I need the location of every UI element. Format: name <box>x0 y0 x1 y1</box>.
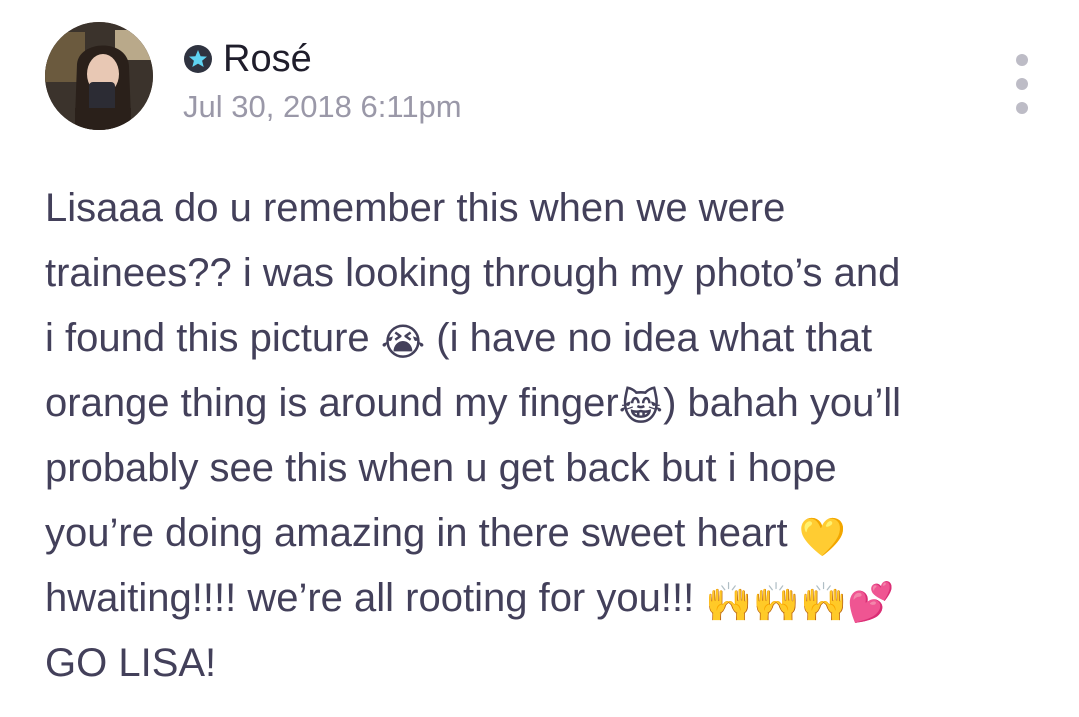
post-header: Rosé Jul 30, 2018 6:11pm <box>45 22 1045 132</box>
post-timestamp: Jul 30, 2018 6:11pm <box>183 89 462 124</box>
post-line-6: you’re doing amazing in there sweet hear… <box>45 501 1045 566</box>
star-badge-icon <box>183 44 213 74</box>
post-line-8: GO LISA! <box>45 641 217 685</box>
avatar[interactable] <box>45 22 153 130</box>
post-text: hwaiting!!!! we’re all rooting for you!!… <box>45 576 706 620</box>
raising-hands-and-hearts-emoji-icon: 🙌🙌🙌💕 <box>705 580 895 624</box>
author-name[interactable]: Rosé <box>223 38 312 81</box>
avatar-image <box>45 22 153 130</box>
post-line-3: i found this picture 😭 (i have no idea w… <box>45 306 1045 371</box>
crying-face-emoji-icon: 😭 <box>380 320 426 364</box>
post-text: you’re doing amazing in there sweet hear… <box>45 511 799 555</box>
more-dot <box>1016 54 1028 66</box>
cat-tears-of-joy-emoji-icon: 😹 <box>618 385 664 429</box>
post-text: orange thing is around my finger <box>45 381 619 425</box>
more-vertical-icon[interactable] <box>1015 54 1029 114</box>
author-row: Rosé <box>183 37 312 81</box>
post-line-2: trainees?? i was looking through my phot… <box>45 251 901 295</box>
post-line-4: orange thing is around my finger😹) bahah… <box>45 371 1045 436</box>
more-dot <box>1016 102 1028 114</box>
post-text: (i have no idea what that <box>425 316 873 360</box>
post-text: ) bahah you’ll <box>663 381 902 425</box>
post-text: i found this picture <box>45 316 381 360</box>
post-line-7: hwaiting!!!! we’re all rooting for you!!… <box>45 566 1045 631</box>
post-line-5: probably see this when u get back but i … <box>45 446 837 490</box>
post-body: Lisaaa do u remember this when we were t… <box>45 176 1045 696</box>
yellow-heart-emoji-icon: 💛 <box>798 515 847 559</box>
more-dot <box>1016 78 1028 90</box>
post-line-1: Lisaaa do u remember this when we were <box>45 186 786 230</box>
